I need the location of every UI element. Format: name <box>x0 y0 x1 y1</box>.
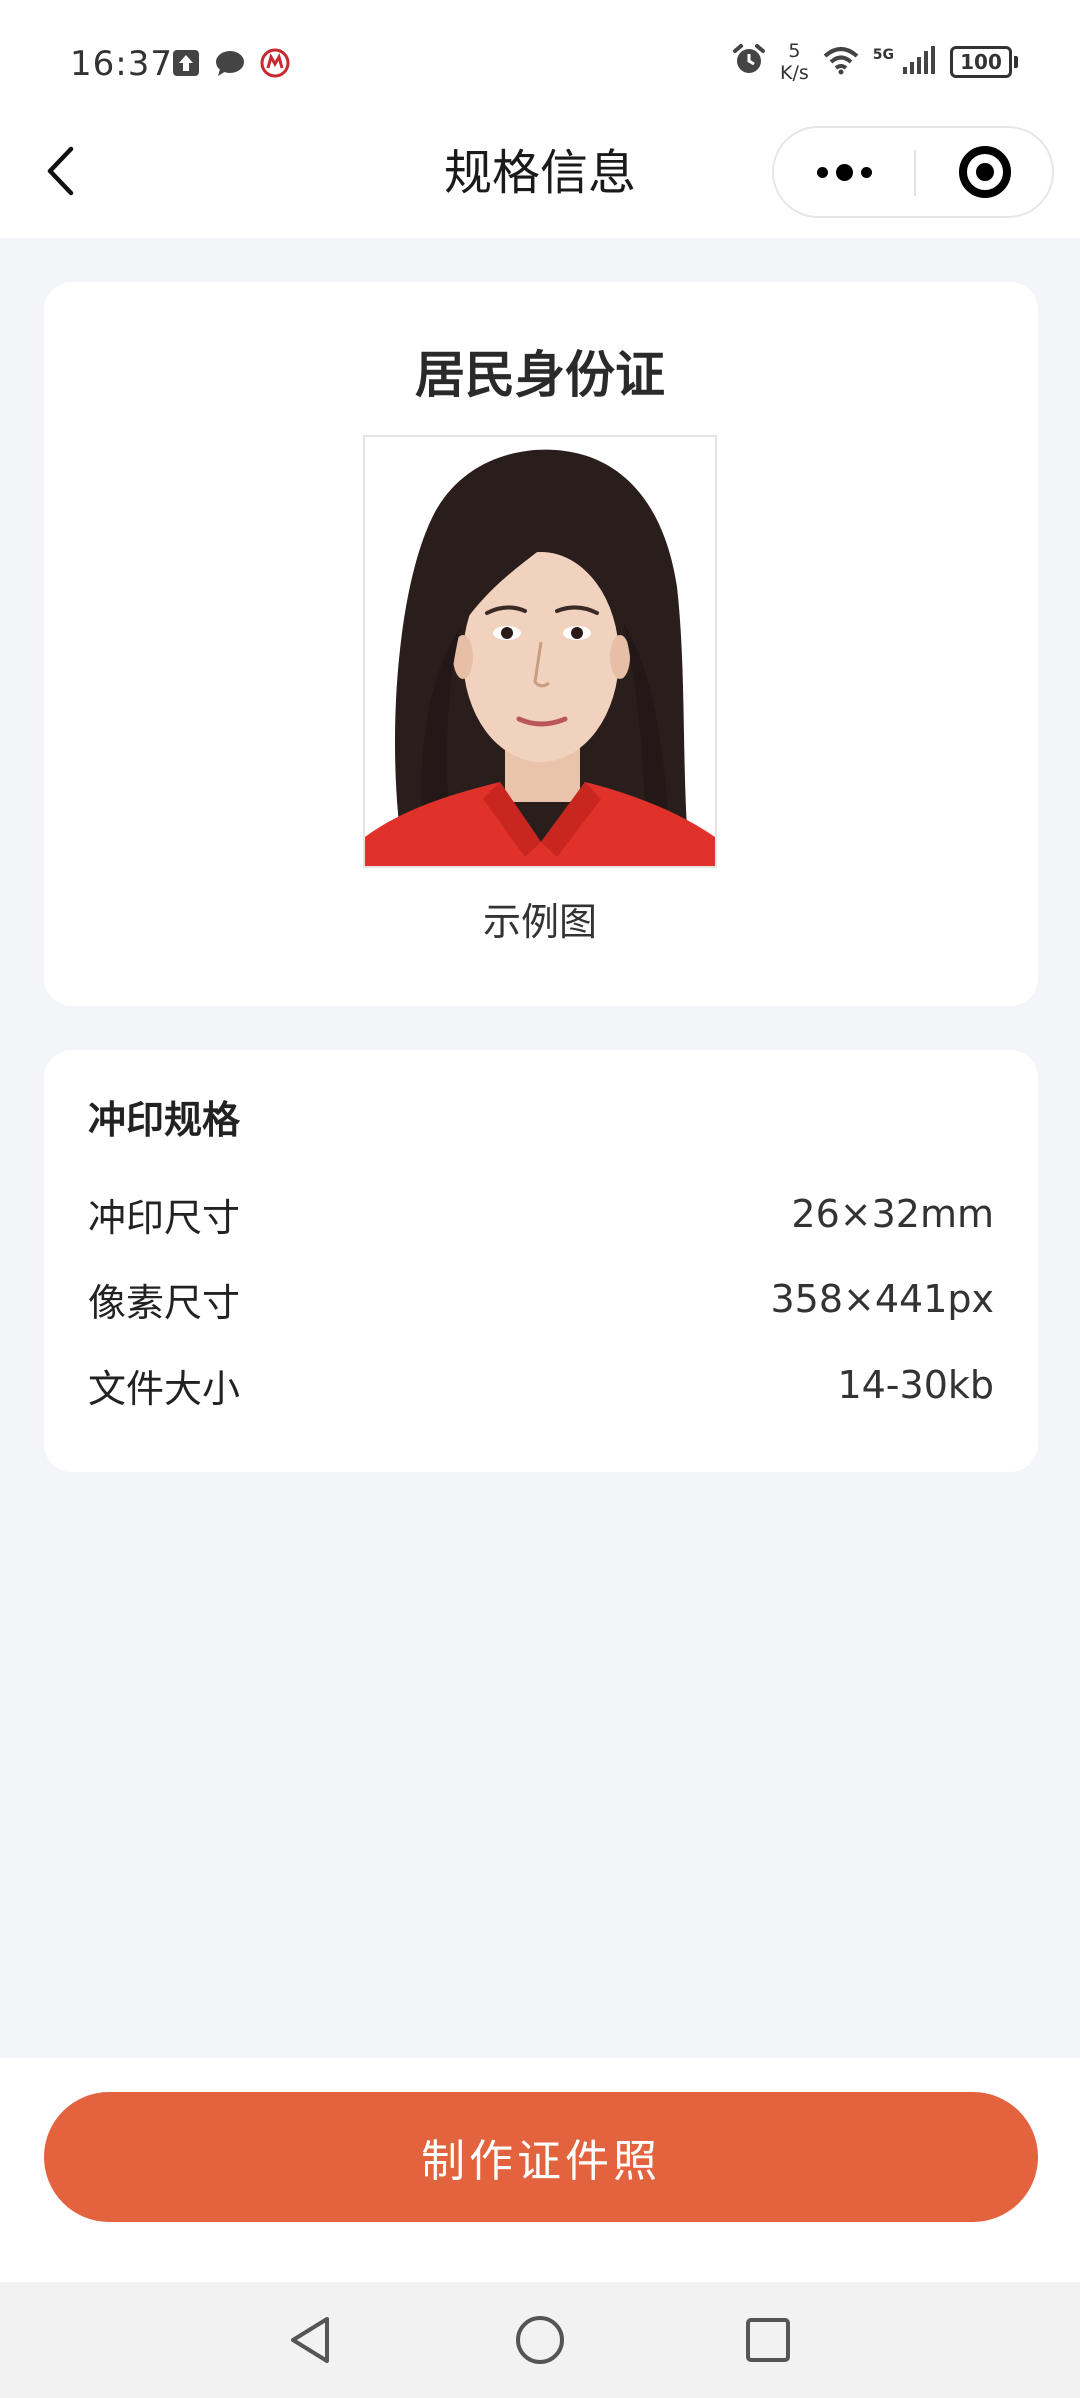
spec-value: 26×32mm <box>791 1192 994 1236</box>
status-icons-right: 5 K/s 5G 100 <box>732 40 1018 84</box>
spec-value: 358×441px <box>770 1277 994 1321</box>
more-dots-icon-center <box>835 163 853 181</box>
spec-heading: 冲印规格 <box>88 1098 241 1142</box>
alarm-icon <box>732 44 766 80</box>
signal-icon <box>902 45 936 79</box>
bank-app-icon <box>260 48 290 82</box>
upload-icon <box>172 49 200 81</box>
target-icon <box>959 146 1011 198</box>
network-type: 5G <box>872 47 894 63</box>
nav-recents-button[interactable] <box>728 2302 808 2382</box>
spec-label: 文件大小 <box>88 1366 241 1411</box>
nav-back-button[interactable] <box>270 2302 350 2382</box>
spec-row-print-size: 冲印尺寸 26×32mm <box>88 1187 994 1241</box>
net-speed: 5 K/s <box>780 40 809 84</box>
recents-square-icon <box>744 2316 792 2368</box>
close-button[interactable] <box>916 128 1054 216</box>
sample-photo <box>363 435 717 868</box>
status-icons-left <box>172 48 290 82</box>
spec-row-pixel-size: 像素尺寸 358×441px <box>88 1272 994 1326</box>
document-type-title: 居民身份证 <box>415 346 665 404</box>
spec-label: 冲印尺寸 <box>88 1195 241 1240</box>
spec-value: 14-30kb <box>837 1363 994 1407</box>
home-circle-icon <box>514 2314 566 2370</box>
mini-program-capsule <box>772 126 1054 218</box>
make-id-photo-button[interactable]: 制作证件照 <box>44 2092 1038 2222</box>
top-bar: 16:37 5 K/s 5G 100 规格信息 <box>0 0 1080 238</box>
chat-bubble-icon <box>214 49 246 81</box>
photo-caption: 示例图 <box>482 900 597 944</box>
back-triangle-icon <box>287 2315 333 2369</box>
more-dots-icon <box>816 166 828 178</box>
net-speed-unit: K/s <box>780 62 809 84</box>
target-icon-core <box>976 163 994 181</box>
battery-icon: 100 <box>950 46 1018 78</box>
system-nav-bar <box>0 2282 1080 2398</box>
more-dots-icon-right <box>860 166 872 178</box>
wifi-icon <box>823 45 859 79</box>
chevron-left-icon <box>45 146 75 200</box>
status-time: 16:37 <box>70 44 173 84</box>
more-button[interactable] <box>774 128 914 216</box>
id-photo-illustration <box>365 437 715 866</box>
spec-row-file-size: 文件大小 14-30kb <box>88 1358 994 1412</box>
net-speed-value: 5 <box>788 40 801 62</box>
spec-label: 像素尺寸 <box>88 1280 241 1325</box>
nav-home-button[interactable] <box>500 2302 580 2382</box>
back-button[interactable] <box>34 140 86 206</box>
